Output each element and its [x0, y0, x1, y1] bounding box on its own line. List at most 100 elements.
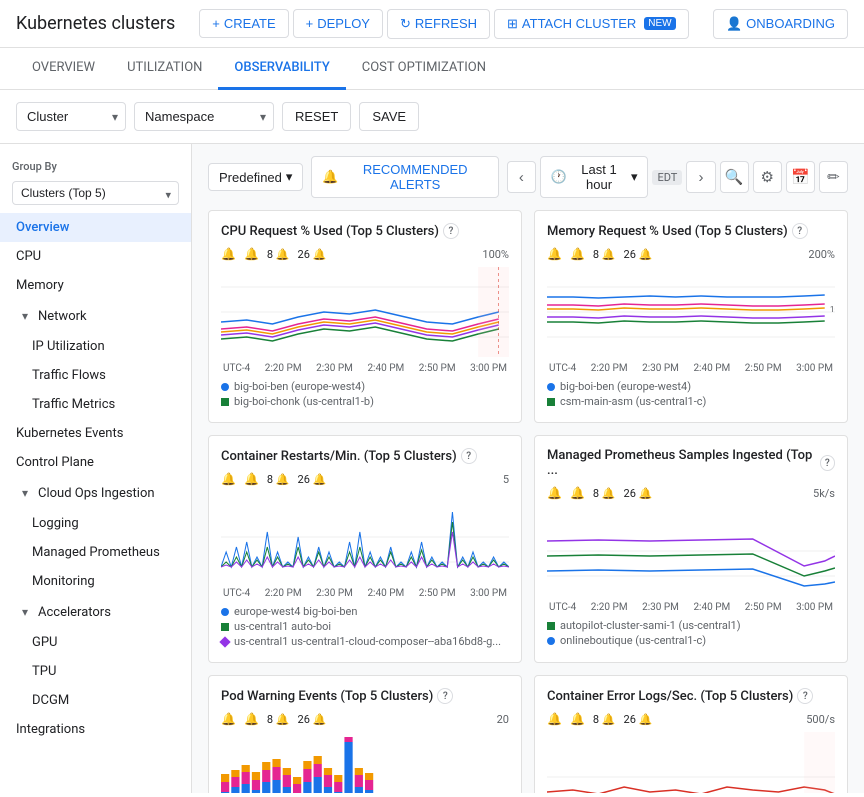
- mem-alert-2: 🔔: [570, 247, 585, 261]
- cluster-select[interactable]: Cluster: [16, 102, 126, 131]
- prometheus-help-icon[interactable]: ?: [820, 455, 835, 471]
- save-button[interactable]: SAVE: [359, 102, 419, 131]
- time-range-button[interactable]: 🕐 Last 1 hour ▾: [540, 156, 649, 198]
- search-button[interactable]: 🔍: [720, 161, 749, 193]
- content-toolbar: Predefined ▾ 🔔 RECOMMENDED ALERTS ‹ 🕐 La…: [208, 156, 848, 198]
- sidebar-item-integrations[interactable]: Integrations: [0, 715, 191, 744]
- sidebar-item-dcgm[interactable]: DCGM: [0, 686, 191, 715]
- sidebar-item-ip-utilization[interactable]: IP Utilization: [0, 332, 191, 361]
- error-alert-chips: 🔔 🔔 8 🔔 26 🔔 500/s: [547, 712, 835, 726]
- bell-icon: 🔔: [322, 169, 338, 185]
- tab-utilization[interactable]: UTILIZATION: [111, 48, 218, 90]
- main-layout: Group By Clusters (Top 5) Overview CPU M…: [0, 144, 864, 793]
- restarts-help-icon[interactable]: ?: [461, 448, 477, 464]
- chart-prometheus-title: Managed Prometheus Samples Ingested (Top…: [547, 448, 835, 478]
- deploy-button[interactable]: + DEPLOY: [293, 9, 383, 38]
- cpu-pct: 100%: [482, 248, 509, 261]
- onboarding-icon: 👤: [726, 16, 742, 32]
- sidebar-item-overview[interactable]: Overview: [0, 213, 191, 242]
- namespace-select[interactable]: Namespace: [134, 102, 274, 131]
- sidebar-label-control-plane: Control Plane: [16, 455, 94, 470]
- memory-help-icon[interactable]: ?: [792, 223, 808, 239]
- sidebar-item-control-plane[interactable]: Control Plane: [0, 448, 191, 477]
- prom-sq-1: [547, 622, 555, 630]
- restarts-alert-1: 🔔: [221, 472, 236, 486]
- sidebar-item-managed-prometheus[interactable]: Managed Prometheus: [0, 538, 191, 567]
- sidebar-item-network[interactable]: ▾ Network: [0, 300, 191, 332]
- cluster-select-wrapper: Cluster: [16, 102, 126, 131]
- sidebar-item-tpu[interactable]: TPU: [0, 657, 191, 686]
- expand-cloud-ops-icon: ▾: [16, 484, 34, 502]
- chart-pod-title: Pod Warning Events (Top 5 Clusters) ?: [221, 688, 509, 704]
- sidebar-label-cpu: CPU: [16, 249, 41, 264]
- cpu-legend-1: big-boi-ben (europe-west4): [221, 380, 509, 393]
- cpu-alert-4: 26 🔔: [298, 248, 327, 261]
- restarts-alert-4: 26 🔔: [298, 473, 327, 486]
- refresh-button[interactable]: ↻ REFRESH: [387, 9, 490, 39]
- prom-ymax: 5k/s: [813, 487, 835, 500]
- edit-button[interactable]: ✏: [819, 161, 848, 193]
- recommended-alerts-button[interactable]: 🔔 RECOMMENDED ALERTS: [311, 156, 498, 198]
- sidebar-item-traffic-flows[interactable]: Traffic Flows: [0, 361, 191, 390]
- sidebar-item-accelerators[interactable]: ▾ Accelerators: [0, 596, 191, 628]
- memory-legend-square-2: [547, 398, 555, 406]
- sidebar-label-traffic-flows: Traffic Flows: [32, 368, 106, 383]
- sidebar-item-monitoring[interactable]: Monitoring: [0, 567, 191, 596]
- sidebar-item-cpu[interactable]: CPU: [0, 242, 191, 271]
- sidebar-label-ip-utilization: IP Utilization: [32, 339, 105, 354]
- prom-alert-1: 🔔: [547, 486, 562, 500]
- pod-chart-area: [221, 732, 509, 793]
- restarts-ymax: 5: [503, 473, 509, 486]
- pod-ymax: 20: [497, 713, 509, 726]
- expand-network-icon: ▾: [16, 307, 34, 325]
- cpu-x-axis: UTC-4 2:20 PM 2:30 PM 2:40 PM 2:50 PM 3:…: [221, 363, 509, 374]
- attach-cluster-button[interactable]: ⊞ ATTACH CLUSTER NEW: [494, 9, 689, 39]
- pod-alert-chips: 🔔 🔔 8 🔔 26 🔔 20: [221, 712, 509, 726]
- tab-cost-optimization[interactable]: COST OPTIMIZATION: [346, 48, 502, 90]
- calendar-button[interactable]: 📅: [786, 161, 815, 193]
- sidebar-label-integrations: Integrations: [16, 722, 85, 737]
- header: Kubernetes clusters + CREATE + DEPLOY ↻ …: [0, 0, 864, 48]
- sidebar-label-accelerators: Accelerators: [38, 605, 111, 620]
- prev-time-button[interactable]: ‹: [507, 161, 536, 193]
- edit-icon: ✏: [827, 168, 840, 186]
- tabs-bar: OVERVIEW UTILIZATION OBSERVABILITY COST …: [0, 48, 864, 90]
- predefined-button[interactable]: Predefined ▾: [208, 163, 303, 191]
- chart-pod-warning: Pod Warning Events (Top 5 Clusters) ? 🔔 …: [208, 675, 522, 793]
- error-help-icon[interactable]: ?: [797, 688, 813, 704]
- create-icon: +: [212, 16, 220, 31]
- restarts-chart-svg: [221, 492, 509, 582]
- pod-alert-4: 26 🔔: [298, 713, 327, 726]
- header-actions: + CREATE + DEPLOY ↻ REFRESH ⊞ ATTACH CLU…: [199, 9, 688, 39]
- pod-alert-3: 8 🔔: [267, 713, 290, 726]
- settings-button[interactable]: ⚙: [753, 161, 782, 193]
- reset-button[interactable]: RESET: [282, 102, 351, 131]
- new-badge: NEW: [644, 17, 675, 30]
- sidebar-item-kubernetes-events[interactable]: Kubernetes Events: [0, 419, 191, 448]
- chart-managed-prometheus: Managed Prometheus Samples Ingested (Top…: [534, 435, 848, 663]
- memory-x-axis: UTC-4 2:20 PM 2:30 PM 2:40 PM 2:50 PM 3:…: [547, 363, 835, 374]
- create-button[interactable]: + CREATE: [199, 9, 288, 38]
- sidebar-item-memory[interactable]: Memory: [0, 271, 191, 300]
- tab-observability[interactable]: OBSERVABILITY: [218, 48, 345, 90]
- sidebar-label-gpu: GPU: [32, 635, 58, 650]
- chart-error-title: Container Error Logs/Sec. (Top 5 Cluster…: [547, 688, 835, 704]
- prometheus-chart-svg: [547, 506, 835, 596]
- group-select[interactable]: Clusters (Top 5): [12, 181, 179, 205]
- page-title: Kubernetes clusters: [16, 13, 175, 34]
- chart-container-restarts: Container Restarts/Min. (Top 5 Clusters)…: [208, 435, 522, 663]
- filters-row: Cluster Namespace RESET SAVE: [0, 90, 864, 144]
- pod-help-icon[interactable]: ?: [437, 688, 453, 704]
- onboarding-button[interactable]: 👤 ONBOARDING: [713, 9, 848, 39]
- next-time-button[interactable]: ›: [686, 161, 715, 193]
- sidebar-label-monitoring: Monitoring: [32, 574, 95, 589]
- sidebar-item-gpu[interactable]: GPU: [0, 628, 191, 657]
- sidebar-item-cloud-ops-ingestion[interactable]: ▾ Cloud Ops Ingestion: [0, 477, 191, 509]
- cpu-help-icon[interactable]: ?: [443, 223, 459, 239]
- sidebar-item-traffic-metrics[interactable]: Traffic Metrics: [0, 390, 191, 419]
- cpu-legend-2: big-boi-chonk (us-central1-b): [221, 395, 509, 408]
- tab-overview[interactable]: OVERVIEW: [16, 48, 111, 90]
- restarts-legend: europe-west4 big-boi-ben us-central1 aut…: [221, 605, 509, 648]
- sidebar: Group By Clusters (Top 5) Overview CPU M…: [0, 144, 192, 793]
- sidebar-item-logging[interactable]: Logging: [0, 509, 191, 538]
